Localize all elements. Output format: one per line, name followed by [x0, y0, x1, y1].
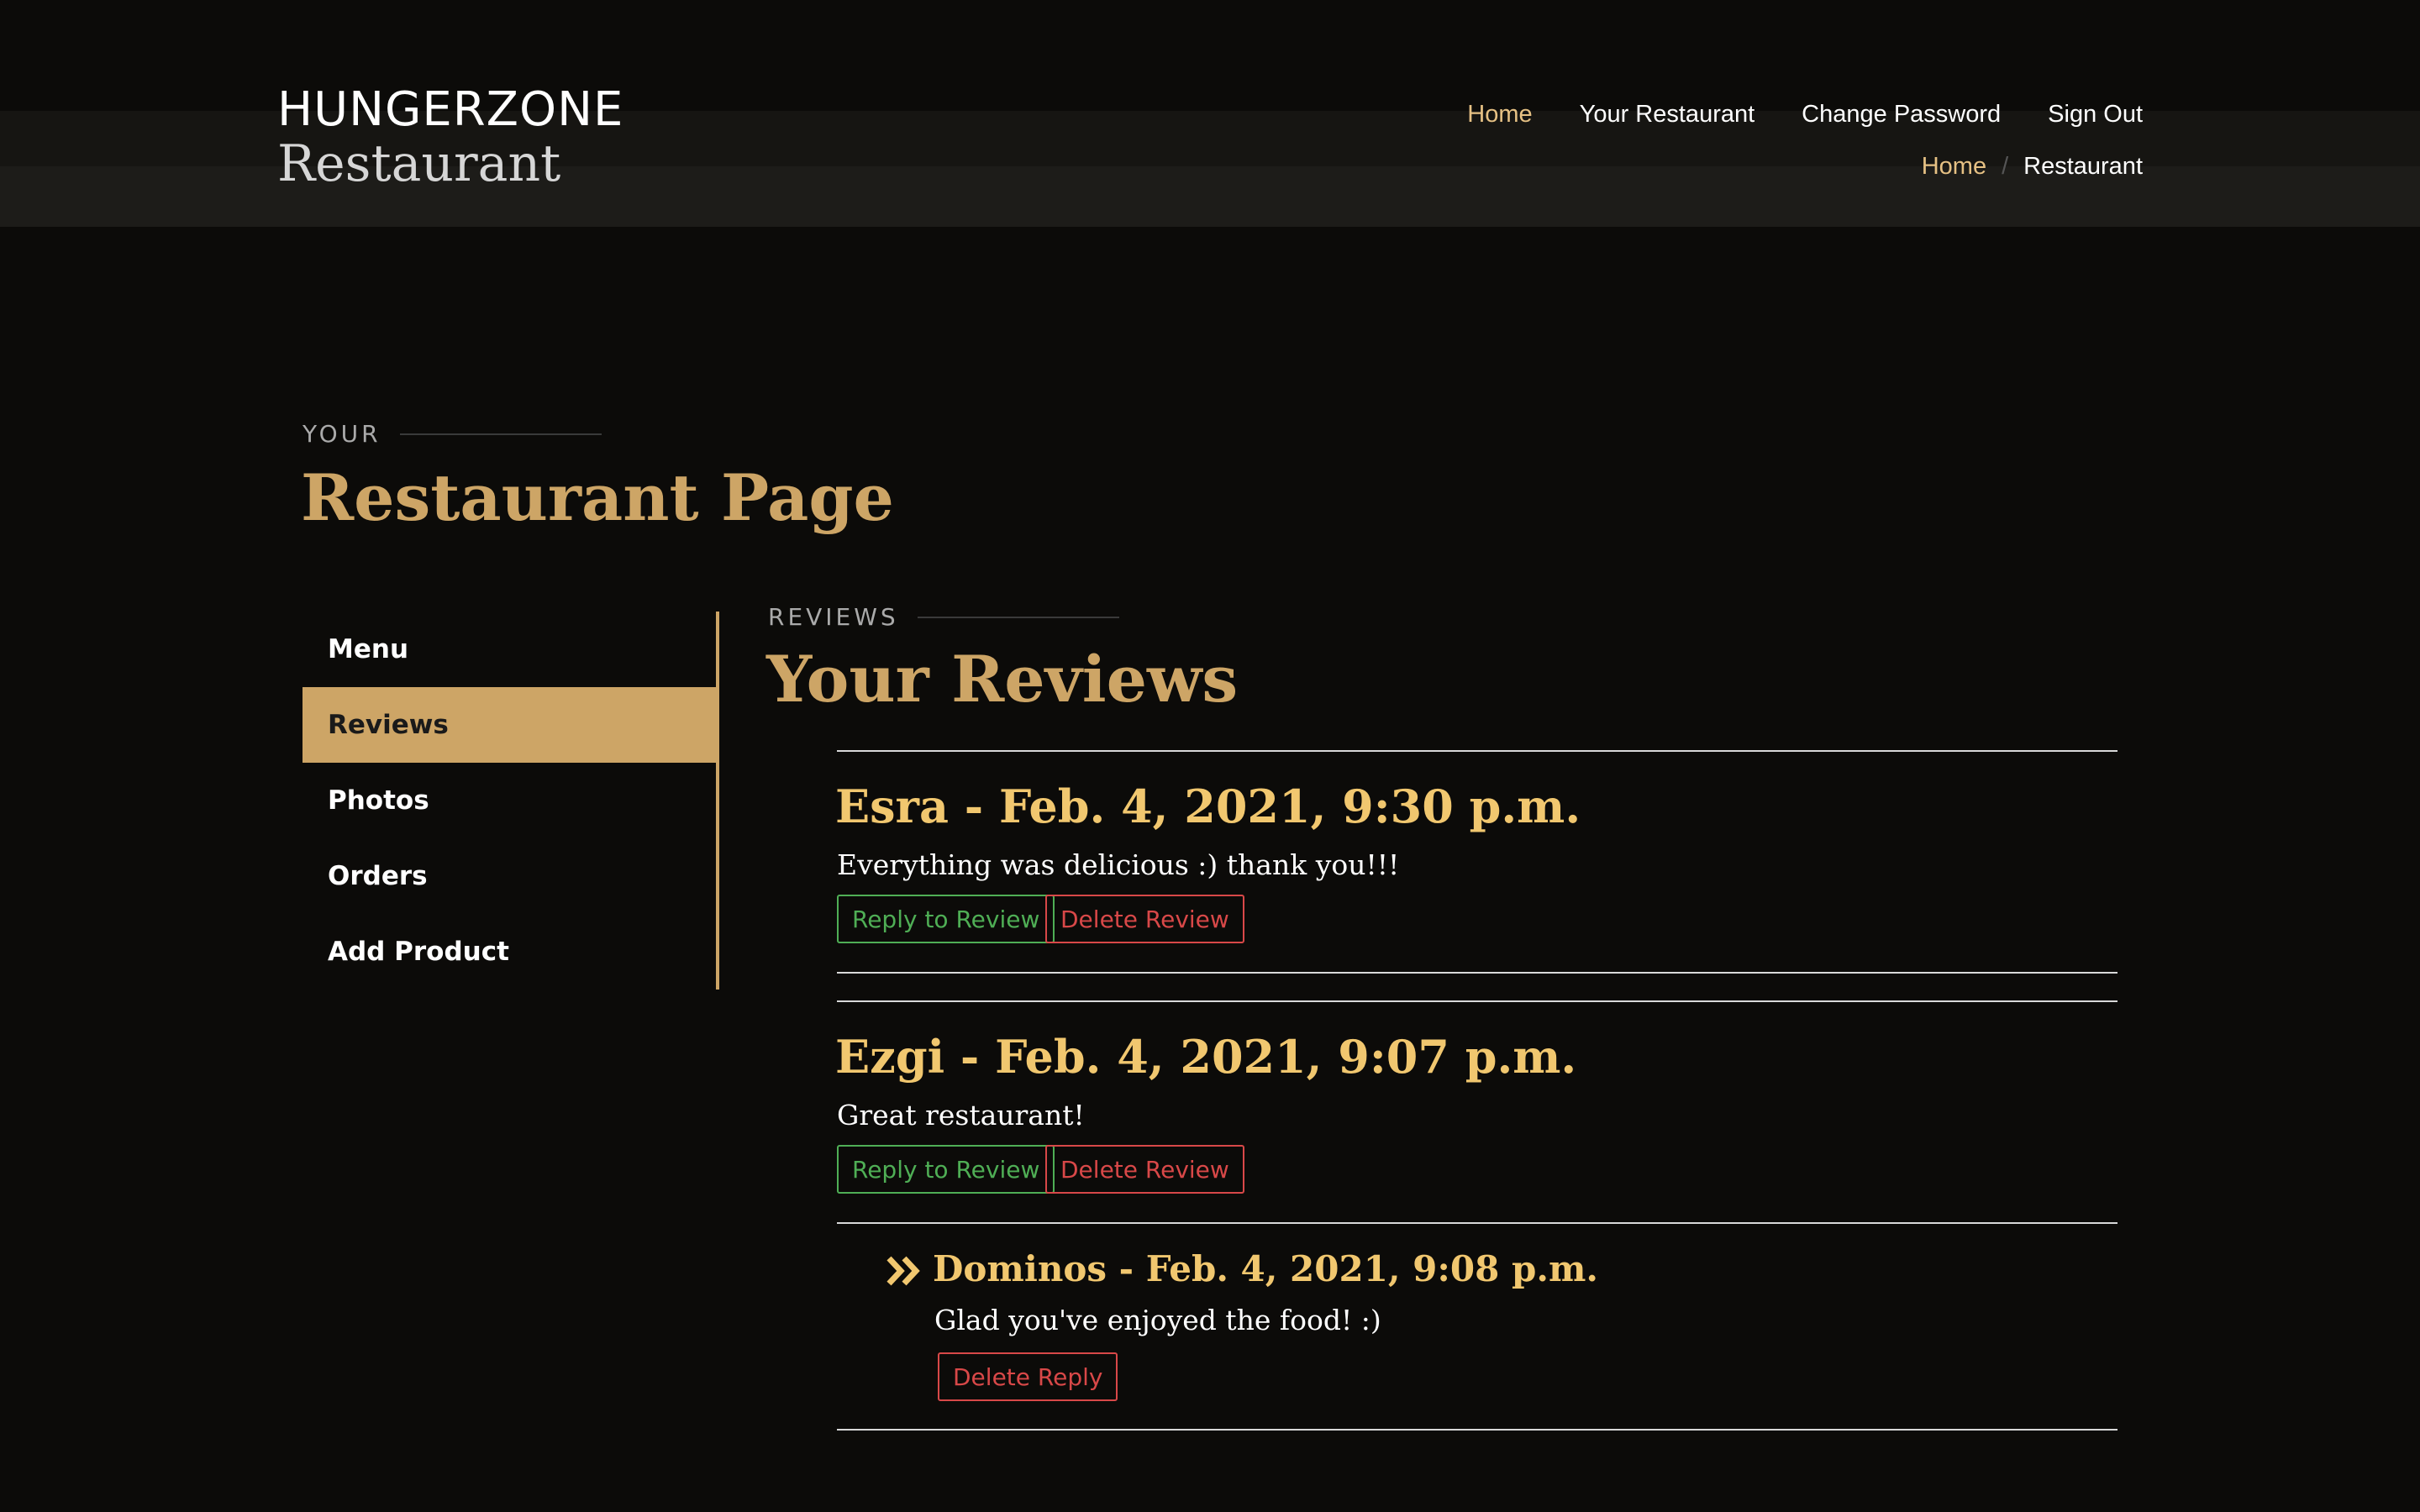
- review-text: Everything was delicious :) thank you!!!: [837, 848, 1400, 881]
- sidebar-item-orders[interactable]: Orders: [302, 838, 716, 914]
- page-kicker-text: YOUR: [302, 420, 381, 448]
- nav-your-restaurant[interactable]: Your Restaurant: [1580, 101, 1755, 129]
- breadcrumb-current: Restaurant: [2023, 153, 2143, 180]
- reply-text: Glad you've enjoyed the food! :): [934, 1304, 1381, 1336]
- sidebar-item-menu[interactable]: Menu: [302, 612, 716, 687]
- page-kicker: YOUR: [302, 420, 602, 448]
- reviews-title: Your Reviews: [766, 642, 1239, 717]
- nav-sign-out[interactable]: Sign Out: [2048, 101, 2143, 129]
- review-divider: [837, 1429, 2118, 1431]
- review-heading: Esra - Feb. 4, 2021, 9:30 p.m.: [835, 780, 1581, 833]
- delete-review-button[interactable]: Delete Review: [1045, 1145, 1244, 1194]
- review-text: Great restaurant!: [837, 1099, 1085, 1131]
- reply-to-review-button[interactable]: Reply to Review: [837, 1145, 1055, 1194]
- breadcrumb: Home / Restaurant: [1922, 153, 2143, 181]
- logo-title[interactable]: HUNGERZONE: [277, 82, 623, 137]
- breadcrumb-home[interactable]: Home: [1922, 153, 1986, 181]
- review-divider: [837, 972, 2118, 974]
- page-title: Restaurant Page: [301, 460, 894, 535]
- review-divider: [837, 1000, 2118, 1002]
- sidebar-item-add-product[interactable]: Add Product: [302, 914, 716, 990]
- delete-reply-button[interactable]: Delete Reply: [938, 1352, 1118, 1401]
- review-heading: Ezgi - Feb. 4, 2021, 9:07 p.m.: [835, 1030, 1577, 1084]
- review-divider: [837, 750, 2118, 752]
- sidebar-menu: Menu Reviews Photos Orders Add Product: [302, 612, 719, 990]
- kicker-divider: [917, 616, 1119, 618]
- double-chevron-right-icon: [886, 1256, 920, 1286]
- nav-change-password[interactable]: Change Password: [1802, 101, 2001, 129]
- main-nav: Home Your Restaurant Change Password Sig…: [1467, 101, 2143, 129]
- logo-subtitle: Restaurant: [277, 134, 561, 193]
- kicker-divider: [399, 433, 602, 435]
- nav-home[interactable]: Home: [1467, 101, 1532, 129]
- sidebar-item-reviews[interactable]: Reviews: [302, 687, 716, 763]
- sidebar-item-photos[interactable]: Photos: [302, 763, 716, 838]
- reply-to-review-button[interactable]: Reply to Review: [837, 895, 1055, 943]
- delete-review-button[interactable]: Delete Review: [1045, 895, 1244, 943]
- reply-divider: [837, 1222, 2118, 1224]
- reviews-kicker-text: REVIEWS: [768, 603, 899, 631]
- reviews-kicker: REVIEWS: [768, 603, 1119, 631]
- reply-heading: Dominos - Feb. 4, 2021, 9:08 p.m.: [933, 1248, 1599, 1289]
- breadcrumb-separator: /: [2002, 153, 2009, 180]
